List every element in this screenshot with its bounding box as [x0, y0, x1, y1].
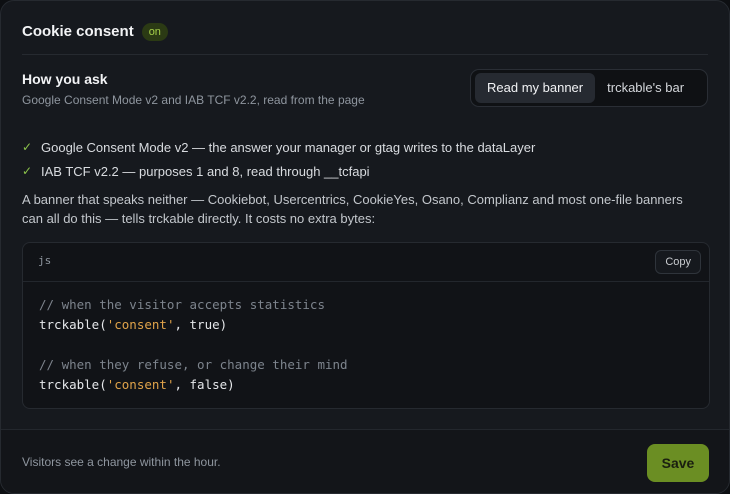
tab-trckable-bar[interactable]: trckable's bar [595, 73, 696, 103]
code-line: trckable('consent', false) [39, 375, 693, 395]
mode-toggle: Read my banner trckable's bar [470, 69, 708, 107]
check-icon: ✓ [22, 164, 33, 178]
code-string: 'consent' [106, 317, 175, 332]
check-list: ✓ Google Consent Mode v2 — the answer yo… [22, 135, 535, 183]
code-line: trckable('consent', true) [39, 315, 693, 335]
description-paragraph: A banner that speaks neither — Cookiebot… [22, 192, 683, 226]
card-header: Cookie consent on [22, 21, 708, 55]
tab-read-my-banner[interactable]: Read my banner [475, 73, 596, 103]
section-subtitle: Google Consent Mode v2 and IAB TCF v2.2,… [22, 93, 365, 107]
code-args: , false) [174, 377, 235, 392]
card-title: Cookie consent [22, 23, 134, 40]
code-body: // when the visitor accepts statistics t… [23, 282, 709, 395]
card-footer: Visitors see a change within the hour. S… [1, 429, 729, 493]
code-header: js Copy [23, 243, 709, 282]
code-block: js Copy // when the visitor accepts stat… [22, 242, 710, 409]
footer-note: Visitors see a change within the hour. [22, 455, 221, 469]
section-title: How you ask [22, 71, 108, 87]
code-comment: // when the visitor accepts statistics [39, 297, 325, 312]
code-fn: trckable( [39, 377, 107, 392]
code-fn: trckable( [39, 317, 107, 332]
code-language: js [38, 254, 52, 267]
status-badge: on [141, 23, 168, 41]
check-label: IAB TCF v2.2 — purposes 1 and 8, read th… [41, 163, 370, 179]
code-string: 'consent' [106, 377, 175, 392]
save-button[interactable]: Save [647, 444, 709, 482]
check-icon: ✓ [22, 140, 33, 154]
code-args: , true) [174, 317, 228, 332]
code-comment: // when they refuse, or change their min… [39, 357, 348, 372]
cookie-consent-card: Cookie consent on How you ask Google Con… [0, 0, 730, 494]
list-item: ✓ IAB TCF v2.2 — purposes 1 and 8, read … [22, 159, 535, 183]
list-item: ✓ Google Consent Mode v2 — the answer yo… [22, 135, 535, 159]
copy-button[interactable]: Copy [655, 250, 701, 274]
check-label: Google Consent Mode v2 — the answer your… [41, 139, 536, 155]
